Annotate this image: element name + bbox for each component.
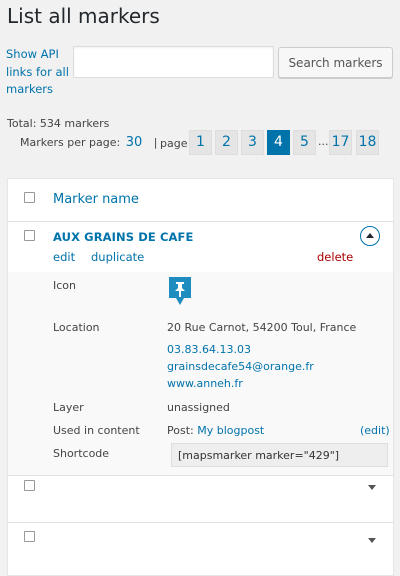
page-link-18[interactable]: 18 [356,130,379,155]
header-divider [8,221,393,222]
row-checkbox[interactable] [24,480,35,491]
website-link[interactable]: www.anneh.fr [167,377,243,390]
per-page-value[interactable]: 30 [126,135,143,150]
shortcode-label: Shortcode [53,447,110,460]
select-all-checkbox[interactable] [24,192,35,203]
page-link-17[interactable]: 17 [329,130,352,155]
duplicate-link[interactable]: duplicate [91,250,144,264]
page-link-2[interactable]: 2 [215,130,238,155]
edit-link[interactable]: edit [53,250,75,264]
page-label: page [160,137,188,150]
pagination-ellipsis: ... [318,135,329,148]
delete-link[interactable]: delete [317,250,353,264]
row-checkbox[interactable] [24,230,35,241]
api-links-link[interactable]: Show API links for all markers [6,46,72,99]
page-link-1[interactable]: 1 [189,130,212,155]
edit-content-link[interactable]: (edit) [360,424,390,437]
used-in-content-prefix: Post: [167,424,194,437]
blogpost-link[interactable]: My blogpost [197,424,264,437]
used-in-content-value: Post: My blogpost [167,424,264,437]
markers-per-page: Markers per page: 30 | [20,135,165,150]
used-in-content-label: Used in content [53,424,140,437]
layer-label: Layer [53,401,84,414]
row-divider [8,475,393,476]
page-title: List all markers [7,4,160,28]
search-input[interactable] [73,46,274,78]
address-text: 20 Rue Carnot, 54200 Toul, France [167,321,357,334]
marker-name-link[interactable]: AUX GRAINS DE CAFE [53,230,193,244]
email-link[interactable]: grainsdecafe54@orange.fr [167,360,314,373]
layer-value: unassigned [167,401,230,414]
search-markers-button[interactable]: Search markers [278,47,393,78]
row-divider [8,522,393,523]
markers-table: Marker name AUX GRAINS DE CAFE edit dupl… [7,178,394,576]
chevron-down-icon[interactable] [368,538,376,543]
phone-link[interactable]: 03.83.64.13.03 [167,343,251,356]
location-label: Location [53,321,100,334]
per-page-label: Markers per page: [20,136,121,149]
page-link-4-current[interactable]: 4 [267,130,290,155]
marker-pin-icon [169,277,191,305]
page-link-3[interactable]: 3 [241,130,264,155]
per-page-separator: | [153,136,158,149]
icon-label: Icon [53,279,76,292]
chevron-down-icon[interactable] [368,485,376,490]
row-checkbox[interactable] [24,531,35,542]
shortcode-field[interactable] [171,443,388,467]
column-header-marker-name[interactable]: Marker name [53,192,139,207]
expand-toggle-icon[interactable] [360,226,380,246]
page-link-5[interactable]: 5 [293,130,316,155]
total-count: Total: 534 markers [7,117,110,130]
